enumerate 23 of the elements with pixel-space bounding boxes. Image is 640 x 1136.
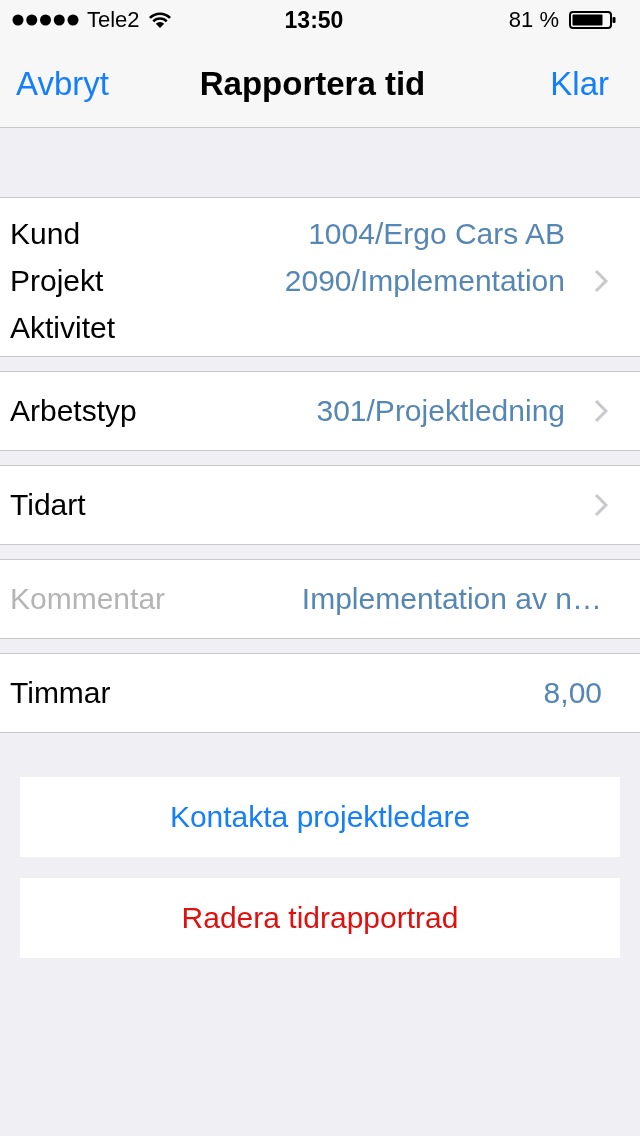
signal-icon <box>12 14 79 26</box>
field-value: 301/Projektledning <box>316 394 565 428</box>
wifi-icon <box>147 11 172 29</box>
field-value: Implementation av n… <box>301 582 602 616</box>
field-label: Arbetstyp <box>10 394 137 428</box>
field-label: Tidart <box>10 488 86 522</box>
nav-title: Rapportera tid <box>199 64 426 103</box>
done-button[interactable]: Klar <box>550 64 609 103</box>
contact-button[interactable]: Kontakta projektledare <box>20 777 620 857</box>
carrier-name: Tele2 <box>87 7 140 33</box>
field-value: 8,00 <box>543 676 602 710</box>
battery-icon <box>569 11 616 29</box>
field-value: 2090/Implementation <box>284 263 565 298</box>
field-label: Projekt <box>10 263 104 298</box>
field-label: Kommentar <box>10 582 166 616</box>
battery-percentage: 81 % <box>508 7 559 33</box>
field-value: 1004/Ergo Cars AB <box>308 216 565 251</box>
field-label: Timmar <box>10 676 111 710</box>
field-label: Aktivitet <box>10 310 116 345</box>
field-label: Kund <box>10 216 81 251</box>
cancel-button[interactable]: Avbryt <box>16 64 109 103</box>
delete-button[interactable]: Radera tidrapportrad <box>20 878 620 958</box>
status-time: 13:50 <box>284 6 344 34</box>
